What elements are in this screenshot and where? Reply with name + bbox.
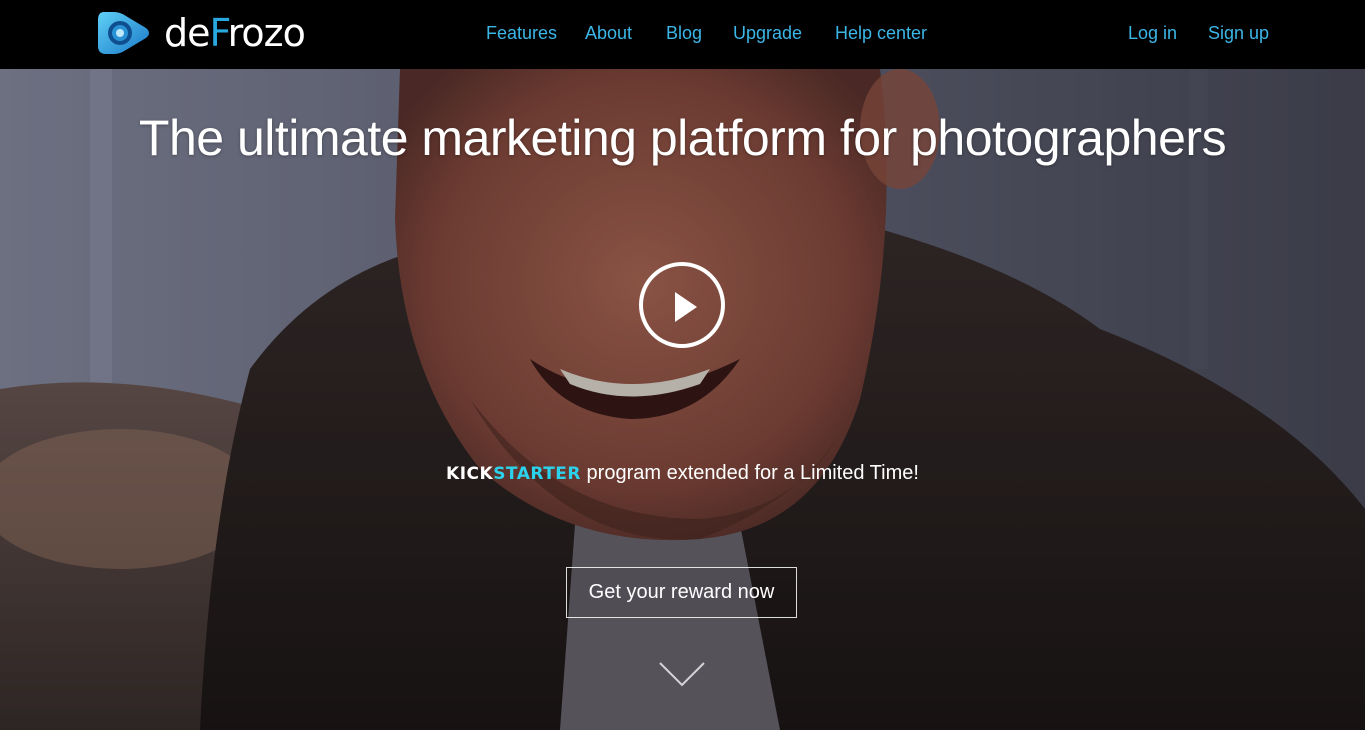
- promo-text: program extended for a Limited Time!: [581, 462, 919, 484]
- brand-logo-link[interactable]: deFrozo: [96, 8, 306, 58]
- chevron-down-icon[interactable]: [658, 661, 706, 689]
- play-video-button[interactable]: [639, 262, 725, 348]
- hero-dim-overlay: [0, 69, 1365, 730]
- top-navigation-bar: deFrozo Features About Blog Upgrade Help…: [0, 0, 1365, 69]
- kickstarter-promo: KICKSTARTER program extended for a Limit…: [0, 462, 1365, 485]
- login-link[interactable]: Log in: [1128, 21, 1177, 45]
- nav-about-link[interactable]: About: [585, 21, 632, 45]
- brand-logo-icon: [98, 12, 149, 54]
- nav-upgrade-link[interactable]: Upgrade: [733, 21, 802, 45]
- hero-section: The ultimate marketing platform for phot…: [0, 69, 1365, 730]
- kickstarter-logo: KICKSTARTER: [446, 464, 581, 484]
- signup-link[interactable]: Sign up: [1208, 21, 1269, 45]
- hero-headline: The ultimate marketing platform for phot…: [138, 110, 1227, 166]
- nav-blog-link[interactable]: Blog: [666, 21, 702, 45]
- get-reward-button[interactable]: Get your reward now: [566, 567, 797, 618]
- play-icon: [675, 292, 697, 322]
- brand-name: deFrozo: [164, 11, 306, 55]
- nav-help-center-link[interactable]: Help center: [835, 21, 927, 45]
- nav-features-link[interactable]: Features: [486, 21, 557, 45]
